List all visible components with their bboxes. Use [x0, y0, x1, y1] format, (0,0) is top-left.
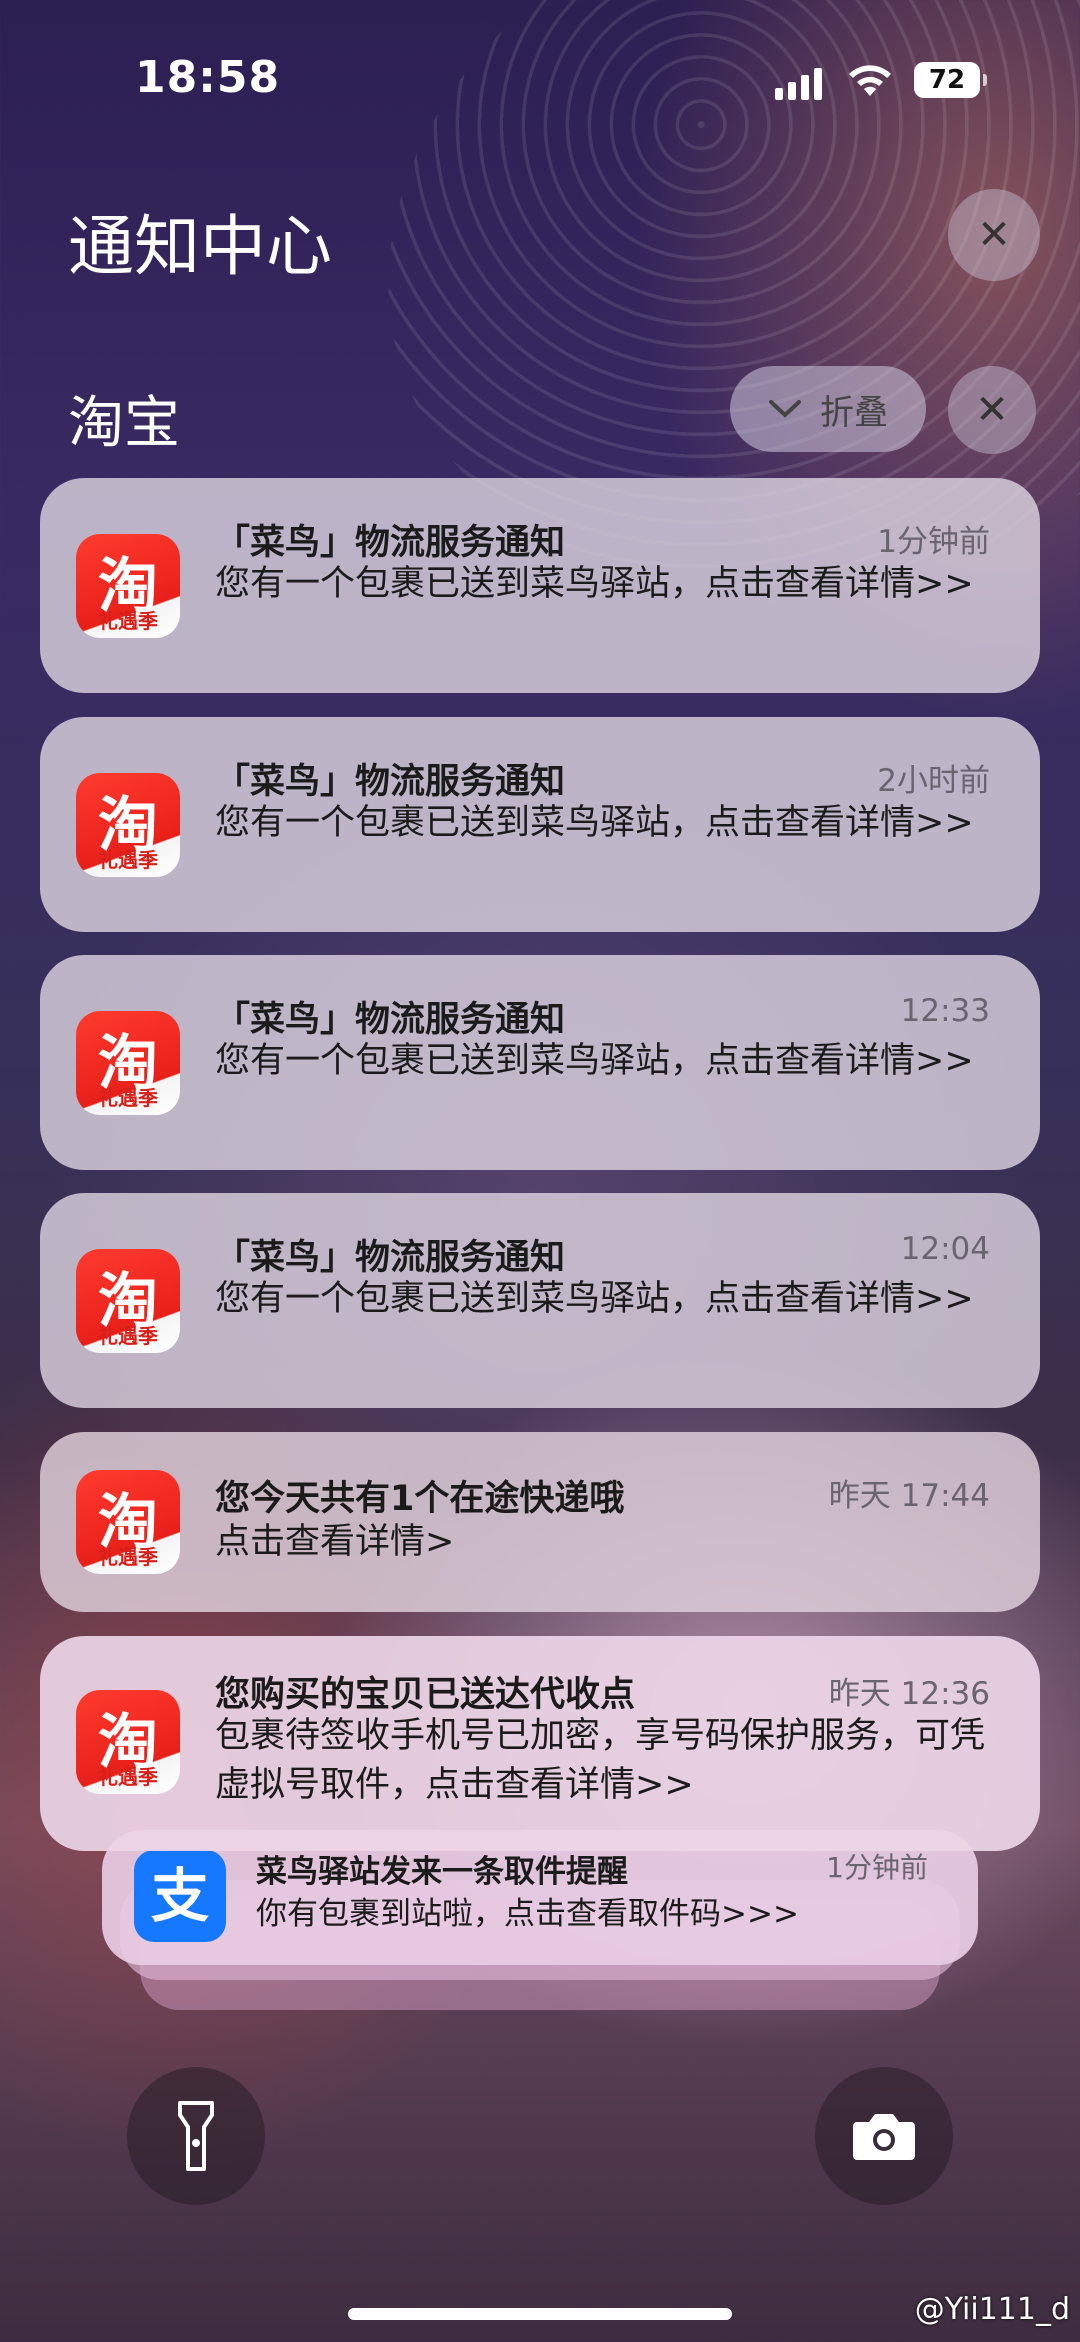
- notification-title: 「菜鸟」物流服务通知: [215, 1000, 566, 1040]
- wifi-icon: [849, 65, 891, 96]
- status-bar: 18:58 72: [0, 52, 1080, 112]
- collapse-label: 折叠: [820, 392, 888, 433]
- notification-time: 1分钟前: [877, 524, 990, 560]
- notification-body: 包裹待签收手机号已加密，享号码保护服务，可凭虚拟号取件，点击查看详情>>: [215, 1716, 986, 1805]
- notification-card[interactable]: 淘 礼遇季 您今天共有1个在途快递哦 昨天 17:44 点击查看详情>: [40, 1432, 1040, 1612]
- home-indicator[interactable]: [348, 2308, 732, 2320]
- notification-card[interactable]: 淘 礼遇季 「菜鸟」物流服务通知 12:04 您有一个包裹已送到菜鸟驿站，点击查…: [40, 1193, 1040, 1408]
- flashlight-button[interactable]: [127, 2067, 265, 2205]
- notification-card[interactable]: 淘 礼遇季 您购买的宝贝已送达代收点 昨天 12:36 包裹待签收手机号已加密，…: [40, 1636, 1040, 1851]
- group-title: 淘宝: [68, 391, 180, 456]
- page-title: 通知中心: [68, 208, 332, 285]
- signal-icon: [775, 66, 822, 100]
- notification-time: 12:04: [900, 1231, 990, 1267]
- alipay-app-icon: 支: [134, 1850, 226, 1942]
- flashlight-icon: [178, 2101, 214, 2171]
- notification-body: 您有一个包裹已送到菜鸟驿站，点击查看详情>>: [215, 1279, 974, 1319]
- notification-card[interactable]: 淘 礼遇季 「菜鸟」物流服务通知 2小时前 您有一个包裹已送到菜鸟驿站，点击查看…: [40, 717, 1040, 932]
- notification-time: 2小时前: [877, 763, 990, 799]
- notification-title: 菜鸟驿站发来一条取件提醒: [256, 1854, 628, 1890]
- notification-title: 您今天共有1个在途快递哦: [215, 1479, 625, 1519]
- taobao-app-icon: 淘 礼遇季: [76, 1470, 180, 1574]
- notification-body: 您有一个包裹已送到菜鸟驿站，点击查看详情>>: [215, 564, 974, 604]
- taobao-app-icon: 淘 礼遇季: [76, 1249, 180, 1353]
- watermark: @Yii111_d: [914, 2292, 1070, 2327]
- notification-time: 昨天 17:44: [828, 1478, 990, 1514]
- notification-time: 12:33: [900, 993, 990, 1029]
- taobao-app-icon: 淘 礼遇季: [76, 1690, 180, 1794]
- notification-body: 您有一个包裹已送到菜鸟驿站，点击查看详情>>: [215, 1041, 974, 1081]
- notification-body: 点击查看详情>: [215, 1522, 455, 1562]
- notification-title: 「菜鸟」物流服务通知: [215, 523, 566, 563]
- camera-icon: [853, 2114, 915, 2160]
- collapse-button[interactable]: 折叠: [730, 366, 926, 452]
- notification-time: 昨天 12:36: [828, 1676, 990, 1712]
- chevron-down-icon: [769, 400, 801, 418]
- notification-title: 「菜鸟」物流服务通知: [215, 1238, 566, 1278]
- taobao-app-icon: 淘 礼遇季: [76, 1011, 180, 1115]
- notification-time: 1分钟前: [826, 1851, 928, 1884]
- clear-group-button[interactable]: ✕: [948, 366, 1036, 454]
- notification-card[interactable]: 淘 礼遇季 「菜鸟」物流服务通知 12:33 您有一个包裹已送到菜鸟驿站，点击查…: [40, 955, 1040, 1170]
- taobao-app-icon: 淘 礼遇季: [76, 773, 180, 877]
- battery-indicator: 72: [914, 62, 987, 98]
- notification-card[interactable]: 淘 礼遇季 「菜鸟」物流服务通知 1分钟前 您有一个包裹已送到菜鸟驿站，点击查看…: [40, 478, 1040, 693]
- notification-body: 您有一个包裹已送到菜鸟驿站，点击查看详情>>: [215, 803, 974, 843]
- taobao-app-icon: 淘 礼遇季: [76, 534, 180, 638]
- camera-button[interactable]: [815, 2067, 953, 2205]
- clock: 18:58: [135, 52, 281, 103]
- clear-all-button[interactable]: ✕: [948, 189, 1040, 281]
- notification-body: 你有包裹到站啦，点击查看取件码>>>: [256, 1896, 799, 1932]
- close-icon: ✕: [977, 212, 1011, 258]
- notification-title: 您购买的宝贝已送达代收点: [215, 1675, 636, 1715]
- close-icon: ✕: [975, 387, 1009, 433]
- notification-title: 「菜鸟」物流服务通知: [215, 762, 566, 802]
